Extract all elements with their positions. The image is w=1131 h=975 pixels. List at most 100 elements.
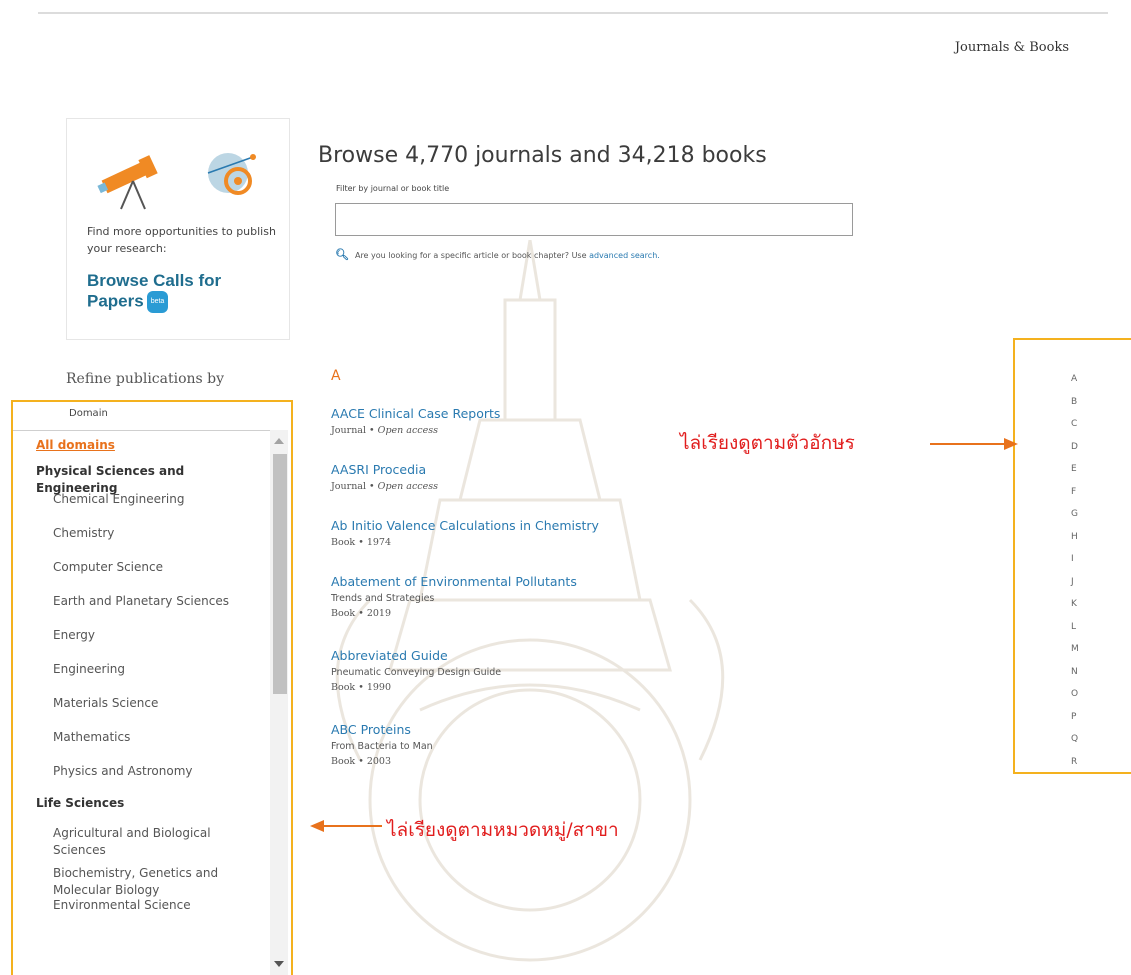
alphabet-letter-link[interactable]: P bbox=[1071, 706, 1079, 729]
result-detail: 2019 bbox=[366, 608, 392, 619]
result-type: Journal bbox=[331, 481, 367, 492]
promo-text: Find more opportunities to publish your … bbox=[87, 225, 276, 255]
scroll-down-arrow-icon[interactable] bbox=[274, 961, 284, 967]
browse-calls-for-papers-link[interactable]: Browse Calls for Papers beta bbox=[87, 271, 277, 313]
result-type: Book bbox=[331, 608, 356, 619]
page-title: Browse 4,770 journals and 34,218 books bbox=[318, 142, 767, 168]
result-meta: Book • 2003 bbox=[331, 754, 671, 769]
alphabet-letter-link[interactable]: K bbox=[1071, 593, 1079, 616]
result-detail: 1974 bbox=[366, 537, 392, 548]
result-title-link[interactable]: Ab Initio Valence Calculations in Chemis… bbox=[331, 517, 671, 535]
meta-separator: • bbox=[366, 425, 378, 436]
domain-list: All domains Physical Sciences and Enginee… bbox=[13, 430, 272, 975]
result-meta: Journal • Open access bbox=[331, 479, 671, 494]
telescope-research-illustration bbox=[97, 153, 256, 210]
result-item: AASRI Procedia Journal • Open access bbox=[331, 461, 671, 494]
alphabet-letter-link[interactable]: O bbox=[1071, 683, 1079, 706]
result-title-link[interactable]: Abatement of Environmental Pollutants bbox=[331, 573, 671, 591]
alphabet-letter-link[interactable]: A bbox=[1071, 368, 1079, 391]
domain-item[interactable]: Chemistry bbox=[13, 525, 243, 542]
scroll-up-arrow-icon[interactable] bbox=[274, 438, 284, 444]
result-subtitle: Trends and Strategies bbox=[331, 593, 435, 604]
result-title-link[interactable]: Abbreviated Guide bbox=[331, 647, 671, 665]
domain-filter-panel: Domain All domains Physical Sciences and … bbox=[11, 400, 293, 975]
result-detail: Open access bbox=[377, 425, 438, 436]
meta-separator: • bbox=[355, 608, 367, 619]
alphabet-letter-link[interactable]: M bbox=[1071, 638, 1079, 661]
alphabet-letter-link[interactable]: Q bbox=[1071, 728, 1079, 751]
domain-item[interactable]: Physics and Astronomy bbox=[13, 763, 243, 780]
search-hint: 🔍︎ Are you looking for a specific article… bbox=[335, 248, 660, 261]
domain-item[interactable]: Agricultural and Biological Sciences bbox=[13, 825, 243, 859]
domain-item[interactable]: Life Sciences bbox=[13, 795, 266, 812]
result-detail: Open access bbox=[377, 481, 438, 492]
domain-item[interactable]: Chemical Engineering bbox=[13, 491, 243, 508]
calls-for-papers-card: Find more opportunities to publish your … bbox=[66, 118, 290, 340]
advanced-search-link[interactable]: advanced search. bbox=[589, 251, 660, 260]
result-item: Abbreviated Guide Pneumatic Conveying Des… bbox=[331, 647, 671, 695]
alphabet-letter-link[interactable]: L bbox=[1071, 616, 1079, 639]
result-detail: 1990 bbox=[366, 682, 392, 693]
title-filter-input[interactable] bbox=[335, 203, 853, 236]
result-item: AACE Clinical Case Reports Journal • Open… bbox=[331, 405, 671, 438]
result-item: Abatement of Environmental Pollutants Tre… bbox=[331, 573, 671, 621]
letter-section-heading: A bbox=[331, 368, 341, 384]
domain-annotation: ไล่เรียงดูตามหมวดหมู่/สาขา bbox=[387, 819, 619, 841]
alphabet-letter-link[interactable]: N bbox=[1071, 661, 1079, 684]
result-subtitle: Pneumatic Conveying Design Guide bbox=[331, 667, 502, 678]
result-title-link[interactable]: ABC Proteins bbox=[331, 721, 671, 739]
beta-badge: beta bbox=[146, 291, 169, 313]
search-icon: 🔍︎ bbox=[335, 248, 349, 261]
domain-item[interactable]: Computer Science bbox=[13, 559, 243, 576]
alphabet-letter-link[interactable]: D bbox=[1071, 436, 1079, 459]
result-type: Book bbox=[331, 537, 356, 548]
filter-label: Filter by journal or book title bbox=[336, 184, 450, 193]
left-arrow-icon bbox=[310, 820, 382, 832]
alphabet-letter-link[interactable]: C bbox=[1071, 413, 1079, 436]
result-meta: Book • 1974 bbox=[331, 535, 671, 550]
domain-item[interactable]: Energy bbox=[13, 627, 243, 644]
alphabet-index-panel: ABCDEFGHIJKLMNOPQR bbox=[1013, 338, 1131, 774]
domain-item[interactable]: All domains bbox=[13, 437, 266, 454]
result-meta: Book • 2019 bbox=[331, 606, 671, 621]
result-item: Ab Initio Valence Calculations in Chemis… bbox=[331, 517, 671, 550]
domain-item[interactable]: Earth and Planetary Sciences bbox=[13, 593, 243, 610]
result-type: Book bbox=[331, 682, 356, 693]
alphabet-letter-link[interactable]: E bbox=[1071, 458, 1079, 481]
domain-label: Domain bbox=[69, 408, 108, 419]
result-item: ABC Proteins From Bacteria to Man Book • 2… bbox=[331, 721, 671, 769]
meta-separator: • bbox=[355, 537, 367, 548]
result-meta: Journal • Open access bbox=[331, 423, 671, 438]
result-title-link[interactable]: AASRI Procedia bbox=[331, 461, 671, 479]
domain-item[interactable]: Engineering bbox=[13, 661, 243, 678]
scroll-thumb[interactable] bbox=[273, 454, 287, 694]
alphabet-letter-link[interactable]: B bbox=[1071, 391, 1079, 414]
alphabet-letter-link[interactable]: H bbox=[1071, 526, 1079, 549]
alphabet-letter-link[interactable]: G bbox=[1071, 503, 1079, 526]
result-title-link[interactable]: AACE Clinical Case Reports bbox=[331, 405, 671, 423]
result-detail: 2003 bbox=[366, 756, 392, 767]
right-arrow-icon bbox=[930, 438, 1018, 450]
result-meta: Book • 1990 bbox=[331, 680, 671, 695]
alphabet-list: ABCDEFGHIJKLMNOPQR bbox=[1071, 368, 1079, 773]
domain-item[interactable]: Mathematics bbox=[13, 729, 243, 746]
domain-item[interactable]: Materials Science bbox=[13, 695, 243, 712]
alphabet-letter-link[interactable]: I bbox=[1071, 548, 1079, 571]
result-type: Journal bbox=[331, 425, 367, 436]
alphabet-letter-link[interactable]: F bbox=[1071, 481, 1079, 504]
alphabet-letter-link[interactable]: R bbox=[1071, 751, 1079, 774]
meta-separator: • bbox=[366, 481, 378, 492]
meta-separator: • bbox=[355, 682, 367, 693]
result-type: Book bbox=[331, 756, 356, 767]
search-hint-text: Are you looking for a specific article o… bbox=[354, 251, 587, 260]
meta-separator: • bbox=[355, 756, 367, 767]
domain-scrollbar[interactable] bbox=[270, 430, 288, 975]
domain-item[interactable]: Environmental Science bbox=[13, 897, 243, 914]
top-divider bbox=[38, 12, 1108, 14]
alphabet-annotation: ไล่เรียงดูตามตัวอักษร bbox=[680, 432, 855, 454]
result-subtitle: From Bacteria to Man bbox=[331, 741, 433, 752]
refine-heading: Refine publications by bbox=[66, 371, 225, 387]
journals-books-link[interactable]: Journals & Books bbox=[955, 40, 1069, 55]
alphabet-letter-link[interactable]: J bbox=[1071, 571, 1079, 594]
domain-item[interactable]: Biochemistry, Genetics and Molecular Bio… bbox=[13, 865, 243, 899]
